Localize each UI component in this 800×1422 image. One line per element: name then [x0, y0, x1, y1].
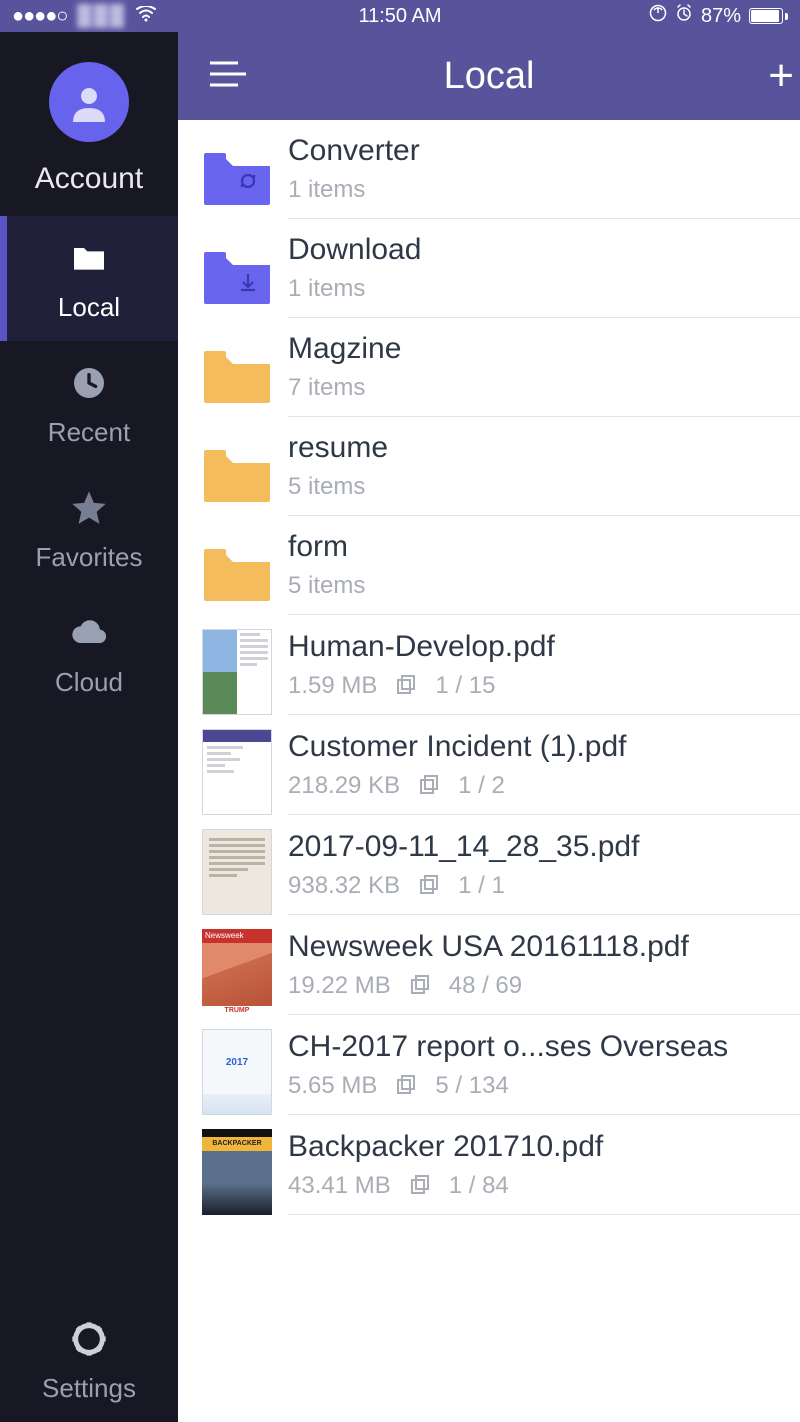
sidebar-account[interactable]: Account: [0, 32, 178, 216]
folder-subtitle: 7 items: [288, 374, 792, 402]
file-name: Customer Incident (1).pdf: [288, 730, 792, 764]
folder-row[interactable]: form 5 items: [178, 516, 800, 615]
sidebar-item-cloud[interactable]: Cloud: [0, 591, 178, 716]
file-size: 43.41 MB: [288, 1172, 391, 1200]
file-pages: 1 / 84: [449, 1172, 509, 1200]
star-icon: [69, 488, 109, 528]
pages-icon: [409, 1172, 431, 1200]
file-row[interactable]: Human-Develop.pdf 1.59 MB 1 / 15: [178, 615, 800, 715]
rotation-lock-icon: [649, 4, 667, 28]
folder-name: Converter: [288, 134, 792, 168]
folder-icon: [202, 248, 272, 304]
pages-icon: [395, 672, 417, 700]
folder-name: resume: [288, 431, 792, 465]
folder-subtitle: 5 items: [288, 572, 792, 600]
folder-row[interactable]: resume 5 items: [178, 417, 800, 516]
file-pages: 48 / 69: [449, 972, 522, 1000]
pages-icon: [395, 1072, 417, 1100]
folder-name: Download: [288, 233, 792, 267]
pages-icon: [418, 872, 440, 900]
folder-name: Magzine: [288, 332, 792, 366]
folder-subtitle: 1 items: [288, 275, 792, 303]
pages-icon: [409, 972, 431, 1000]
main-area: Local + Converter 1 items Download 1 items M…: [178, 32, 800, 1422]
file-row[interactable]: 2017 CH-2017 report o...ses Overseas 5.65 …: [178, 1015, 800, 1115]
sidebar-item-label: Favorites: [0, 542, 178, 573]
folder-row[interactable]: Download 1 items: [178, 219, 800, 318]
file-row[interactable]: BACKPACKER Backpacker 201710.pdf 43.41 MB 1…: [178, 1115, 800, 1215]
sidebar-item-settings[interactable]: Settings: [0, 1297, 178, 1422]
file-row[interactable]: Customer Incident (1).pdf 218.29 KB 1 / 2: [178, 715, 800, 815]
folder-icon: [202, 545, 272, 601]
alarm-icon: [675, 4, 693, 28]
sidebar-item-local[interactable]: Local: [0, 216, 178, 341]
clock-icon: [69, 363, 109, 403]
sidebar-item-label: Local: [0, 292, 178, 323]
status-time: 11:50 AM: [358, 5, 441, 28]
file-size: 19.22 MB: [288, 972, 391, 1000]
folder-subtitle: 5 items: [288, 473, 792, 501]
file-pages: 1 / 15: [435, 672, 495, 700]
file-row[interactable]: 2017-09-11_14_28_35.pdf 938.32 KB 1 / 1: [178, 815, 800, 915]
gear-icon: [69, 1319, 109, 1359]
file-pages: 5 / 134: [435, 1072, 508, 1100]
file-size: 218.29 KB: [288, 772, 400, 800]
account-label: Account: [0, 162, 178, 196]
file-thumbnail: 2017: [202, 1029, 272, 1115]
wifi-icon: [136, 5, 156, 28]
sidebar-item-label: Settings: [0, 1373, 178, 1404]
topbar: Local +: [178, 32, 800, 120]
add-button[interactable]: +: [768, 51, 794, 101]
file-name: Newsweek USA 20161118.pdf: [288, 930, 792, 964]
file-size: 938.32 KB: [288, 872, 400, 900]
sidebar-item-recent[interactable]: Recent: [0, 341, 178, 466]
sidebar: Account Local Recent Favorites Cloud: [0, 32, 178, 1422]
file-name: CH-2017 report o...ses Overseas: [288, 1030, 792, 1064]
status-bar: ●●●●○ ███ 11:50 AM 87%: [0, 0, 800, 32]
file-pages: 1 / 1: [458, 872, 505, 900]
menu-button[interactable]: [208, 59, 248, 94]
file-size: 1.59 MB: [288, 672, 377, 700]
cloud-icon: [69, 613, 109, 653]
file-list[interactable]: Converter 1 items Download 1 items Magzine 7 …: [178, 120, 800, 1422]
file-thumbnail: [202, 829, 272, 915]
battery-icon: [749, 8, 788, 24]
folder-row[interactable]: Magzine 7 items: [178, 318, 800, 417]
file-thumbnail: BACKPACKER: [202, 1129, 272, 1215]
folder-icon: [202, 446, 272, 502]
file-thumbnail: [202, 729, 272, 815]
file-pages: 1 / 2: [458, 772, 505, 800]
folder-name: form: [288, 530, 792, 564]
file-thumbnail: [202, 629, 272, 715]
battery-pct: 87%: [701, 5, 741, 28]
carrier-blurred: ███: [77, 5, 126, 28]
folder-icon: [202, 347, 272, 403]
file-row[interactable]: NewsweekTRUMP Newsweek USA 20161118.pdf 19…: [178, 915, 800, 1015]
sidebar-item-label: Cloud: [0, 667, 178, 698]
file-name: 2017-09-11_14_28_35.pdf: [288, 830, 792, 864]
folder-icon: [69, 238, 109, 278]
file-name: Human-Develop.pdf: [288, 630, 792, 664]
sidebar-item-label: Recent: [0, 417, 178, 448]
file-thumbnail: NewsweekTRUMP: [202, 929, 272, 1015]
page-title: Local: [178, 55, 800, 98]
signal-dots-icon: ●●●●○: [12, 5, 67, 28]
pages-icon: [418, 772, 440, 800]
sidebar-item-favorites[interactable]: Favorites: [0, 466, 178, 591]
avatar-icon: [49, 62, 129, 142]
file-size: 5.65 MB: [288, 1072, 377, 1100]
folder-row[interactable]: Converter 1 items: [178, 120, 800, 219]
folder-subtitle: 1 items: [288, 176, 792, 204]
file-name: Backpacker 201710.pdf: [288, 1130, 792, 1164]
folder-icon: [202, 149, 272, 205]
